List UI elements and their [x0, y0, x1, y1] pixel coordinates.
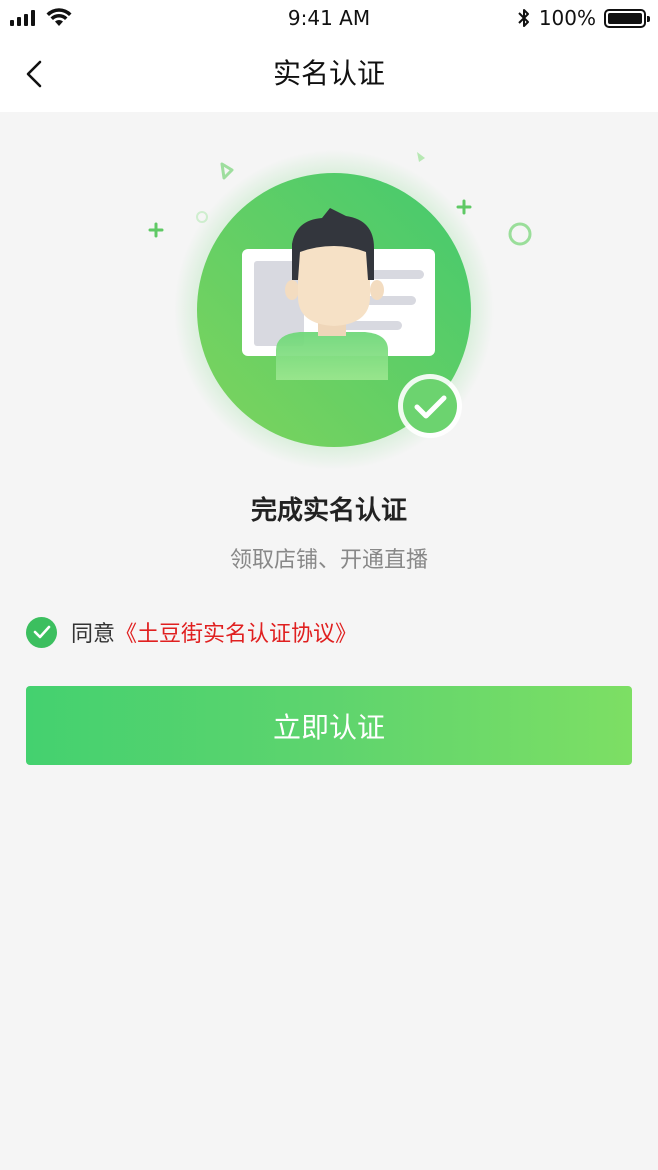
- agreement-label: 同意: [71, 622, 116, 647]
- bluetooth-icon: [518, 9, 529, 27]
- verify-now-button[interactable]: 立即认证: [26, 686, 632, 765]
- verification-subtitle: 领取店铺、开通直播: [229, 548, 428, 573]
- agreement-row: 同意 《土豆街实名认证协议》: [26, 616, 357, 648]
- hero-illustration: [0, 112, 658, 492]
- agreement-link[interactable]: 《土豆街实名认证协议》: [115, 616, 357, 648]
- id-card-verified-icon: [148, 150, 532, 470]
- status-bar: 9:41 AM 100%: [0, 0, 658, 36]
- verification-title: 完成实名认证: [250, 496, 407, 526]
- nav-bar: 实名认证: [0, 36, 658, 112]
- agreement-checkbox[interactable]: [26, 616, 57, 648]
- page-title: 实名认证: [272, 57, 385, 90]
- battery-percent: 100%: [538, 6, 596, 30]
- battery-icon: [604, 8, 650, 28]
- check-icon: [33, 625, 50, 639]
